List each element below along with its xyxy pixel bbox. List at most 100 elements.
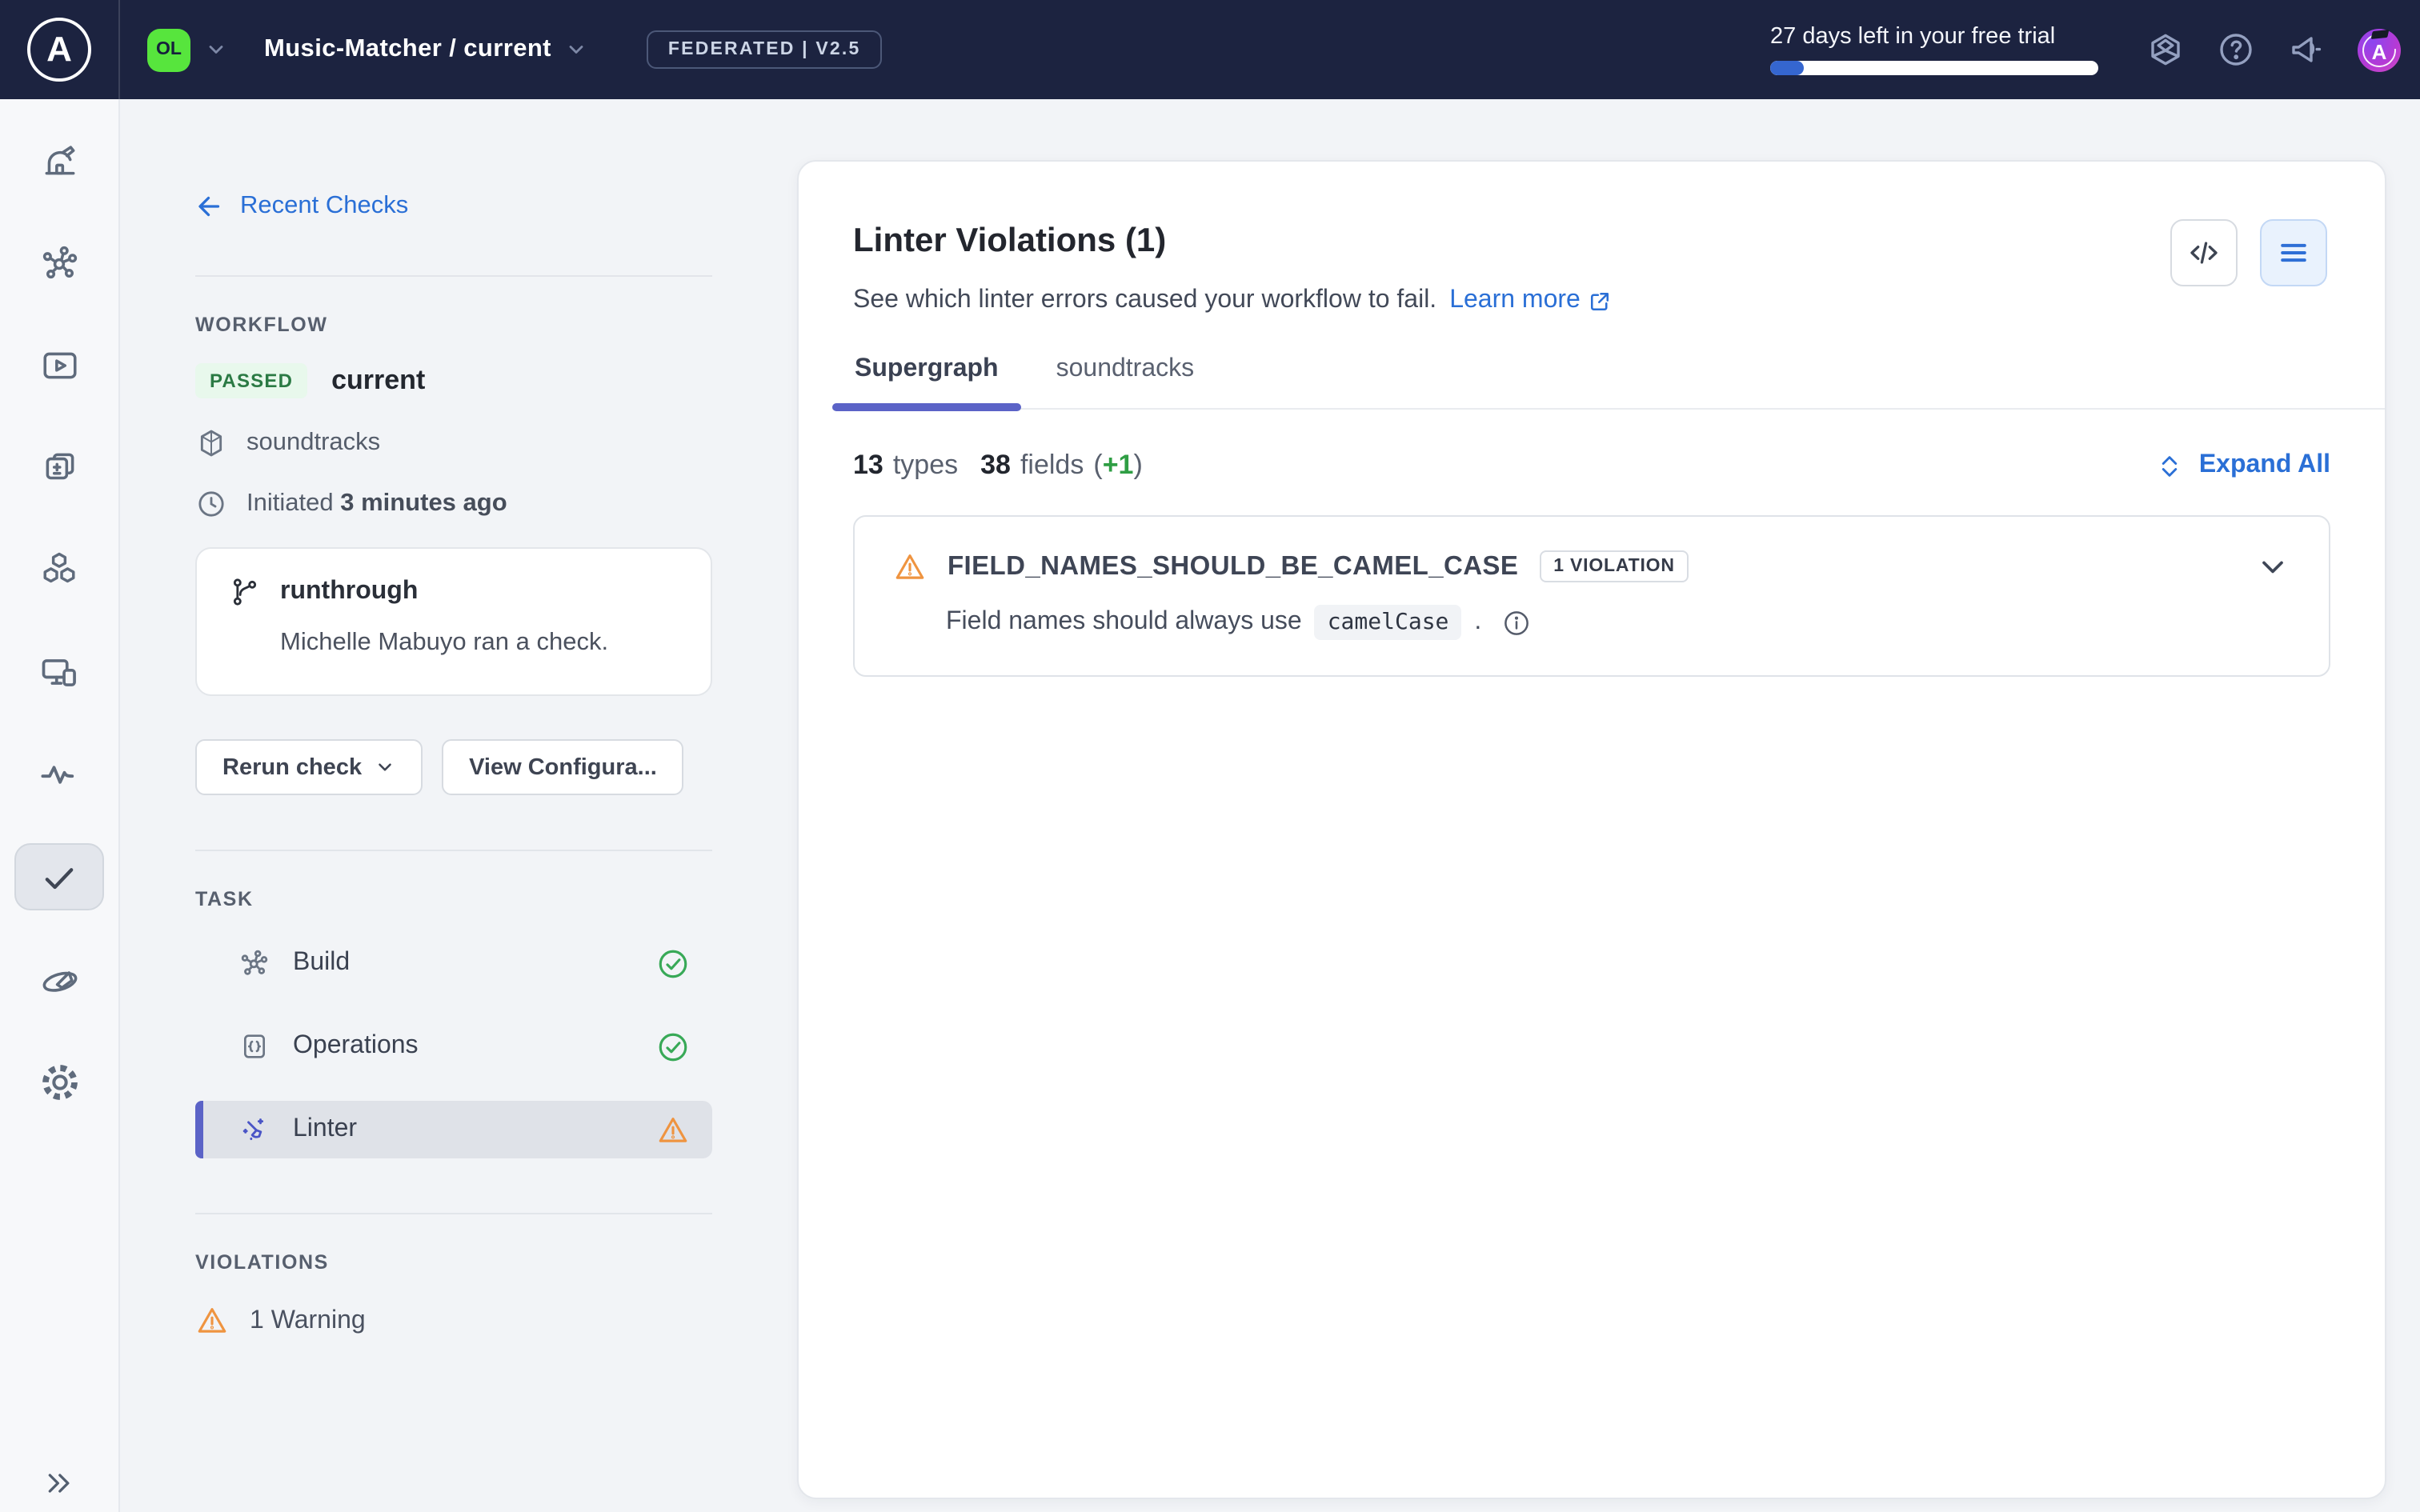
back-to-recent-checks[interactable]: Recent Checks: [195, 192, 712, 221]
view-toggles: [2170, 219, 2327, 286]
announcements-icon[interactable]: [2287, 30, 2326, 69]
expand-all-label: Expand All: [2199, 451, 2330, 480]
collapse-rail-icon[interactable]: [43, 1467, 75, 1499]
rerun-check-button[interactable]: Rerun check: [195, 739, 423, 795]
main-content: Linter Violations (1) See which linter e…: [752, 99, 2420, 1512]
divider: [195, 850, 712, 851]
federation-badge: FEDERATED | V2.5: [647, 30, 882, 69]
workflow-name: current: [331, 365, 425, 397]
check-detail-panel: Recent Checks WORKFLOW PASSED current so…: [120, 99, 752, 1512]
back-link-label: Recent Checks: [240, 192, 408, 221]
workflow-section-label: WORKFLOW: [195, 314, 712, 336]
types-label: types: [893, 450, 958, 482]
initiated-time: 3 minutes ago: [340, 490, 507, 517]
task-row-linter[interactable]: Linter: [195, 1101, 712, 1158]
clock-icon: [195, 488, 227, 520]
help-icon[interactable]: [2217, 30, 2255, 69]
task-row-build[interactable]: Build: [195, 934, 712, 992]
learn-more-link[interactable]: Learn more: [1449, 286, 1613, 315]
schema-counts: 13 types 38 fields (+1): [853, 450, 1143, 482]
chevron-down-icon: [375, 757, 395, 778]
external-link-icon: [1589, 289, 1613, 313]
apollo-logo[interactable]: A: [0, 0, 120, 99]
task-label: Operations: [293, 1032, 419, 1061]
warning-triangle-icon: [195, 1304, 229, 1338]
launch-cube-icon[interactable]: [2146, 30, 2185, 69]
nav-launches-icon[interactable]: [38, 960, 81, 998]
org-badge-label: OL: [156, 40, 182, 59]
fields-label: fields: [1020, 450, 1084, 482]
trigger-card: runthrough Michelle Mabuyo ran a check.: [195, 547, 712, 696]
nav-settings-icon[interactable]: [38, 1062, 81, 1101]
subgraph-row: soundtracks: [195, 427, 712, 459]
workflow-status-row: PASSED current: [195, 363, 712, 398]
tab-supergraph[interactable]: Supergraph: [832, 355, 1021, 408]
user-avatar[interactable]: A: [2358, 28, 2401, 71]
org-badge[interactable]: OL: [147, 28, 190, 71]
graph-title[interactable]: Music-Matcher / current: [264, 35, 551, 64]
nav-subgraphs-icon[interactable]: [38, 550, 80, 589]
expand-all-button[interactable]: Expand All: [2156, 451, 2330, 480]
violation-description-text: Field names should always use: [946, 608, 1302, 637]
org-chevron-down-icon[interactable]: [205, 38, 227, 61]
expand-all-icon: [2156, 452, 2183, 479]
status-badge: PASSED: [195, 363, 307, 398]
code-view-button[interactable]: [2170, 219, 2238, 286]
nav-insights-icon[interactable]: [38, 755, 80, 794]
task-label: Build: [293, 949, 350, 978]
git-branch-icon: [229, 576, 261, 608]
divider: [195, 275, 712, 277]
task-section-label: TASK: [195, 888, 712, 910]
trial-progress-fill: [1770, 61, 1803, 75]
app-window: A OL Music-Matcher / current FEDERATED |…: [0, 0, 2420, 1512]
code-icon: [2186, 235, 2222, 270]
types-count: 13: [853, 450, 883, 482]
violation-description: Field names should always use camelCase …: [893, 605, 2290, 640]
warning-triangle-icon: [893, 550, 927, 583]
operations-passed-icon: [656, 1030, 690, 1063]
task-row-operations[interactable]: Operations: [195, 1018, 712, 1075]
linter-warning-icon: [656, 1113, 690, 1146]
violation-rule-name: FIELD_NAMES_SHOULD_BE_CAMEL_CASE: [948, 551, 1518, 582]
top-bar: A OL Music-Matcher / current FEDERATED |…: [0, 0, 2420, 99]
nav-checks-selected[interactable]: [14, 843, 104, 910]
violation-row: FIELD_NAMES_SHOULD_BE_CAMEL_CASE 1 VIOLA…: [853, 515, 2330, 677]
view-configuration-label: View Configura...: [469, 754, 657, 780]
build-task-icon: [238, 947, 270, 979]
trigger-head: runthrough: [229, 576, 679, 608]
nav-home-icon[interactable]: [39, 141, 79, 179]
delta-value: +1: [1103, 450, 1134, 480]
nav-explorer-icon[interactable]: [39, 346, 79, 384]
nav-rail: [0, 99, 120, 1512]
linter-task-icon: [238, 1114, 270, 1146]
violation-description-period: .: [1474, 608, 1481, 637]
subgraph-name: soundtracks: [246, 429, 380, 458]
counts-row: 13 types 38 fields (+1) Expand All: [853, 450, 2330, 482]
graph-chevron-down-icon[interactable]: [566, 38, 588, 61]
violation-expand-chevron[interactable]: [2255, 549, 2290, 584]
list-view-button[interactable]: [2260, 219, 2327, 286]
violations-section-label: VIOLATIONS: [195, 1251, 712, 1274]
page-title: Linter Violations (1): [853, 222, 2330, 261]
nav-schema-icon[interactable]: [39, 243, 79, 282]
apollo-logo-icon: A: [27, 18, 91, 82]
code-chip: camelCase: [1315, 605, 1462, 640]
build-passed-icon: [656, 946, 690, 980]
learn-more-label: Learn more: [1449, 286, 1581, 315]
fields-count: 38: [980, 450, 1011, 482]
violations-summary-row: 1 Warning: [195, 1304, 712, 1338]
task-list: Build Operations: [195, 934, 712, 1158]
nav-clients-icon[interactable]: [38, 653, 80, 691]
violation-count-badge: 1 VIOLATION: [1539, 550, 1689, 582]
subtitle-text: See which linter errors caused your work…: [853, 286, 1436, 315]
trial-progress-bar: [1770, 61, 2098, 75]
nav-changelog-icon[interactable]: [39, 448, 79, 486]
trial-status: 27 days left in your free trial: [1770, 24, 2098, 75]
task-label: Linter: [293, 1115, 357, 1144]
info-icon[interactable]: [1500, 607, 1531, 638]
view-configuration-button[interactable]: View Configura...: [442, 739, 684, 795]
tab-soundtracks[interactable]: soundtracks: [1034, 355, 1217, 408]
schema-tabs: Supergraph soundtracks: [832, 355, 2385, 410]
initiated-row: Initiated 3 minutes ago: [195, 488, 712, 520]
trigger-name: runthrough: [280, 578, 418, 606]
